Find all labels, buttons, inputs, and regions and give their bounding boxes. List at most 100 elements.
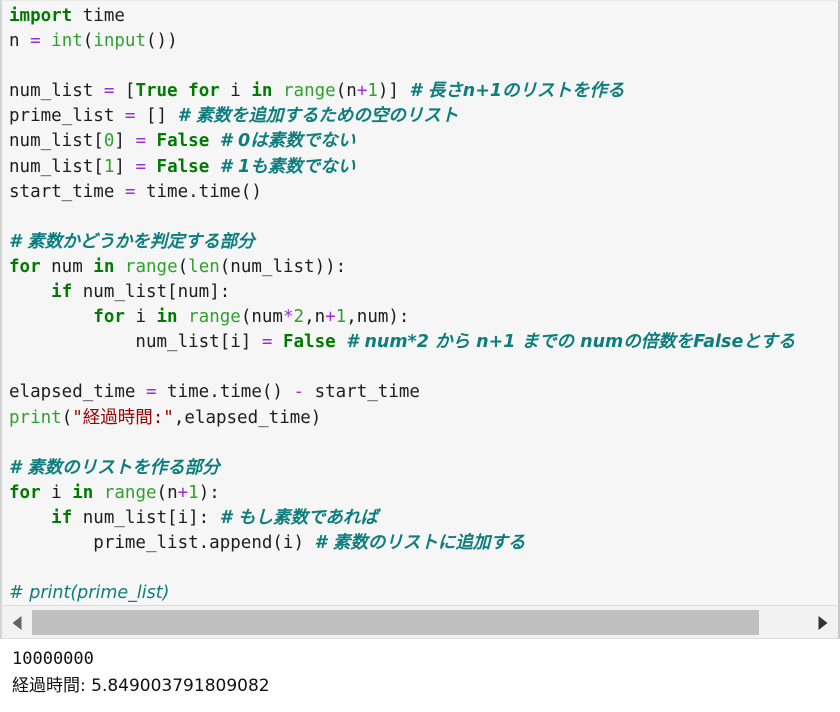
- code-line: elapsed_time = time.time() - start_time: [9, 380, 826, 405]
- code-token-cmt: # 長さn+1のリストを作る: [409, 81, 625, 102]
- code-token-cmt: # 素数を追加するための空のリスト: [177, 106, 459, 127]
- code-token-kw: in: [93, 256, 115, 277]
- code-line: # 素数かどうかを判定する部分: [9, 230, 826, 255]
- code-token-kw: True: [135, 81, 178, 102]
- code-token-kw: for: [9, 482, 41, 503]
- code-token-pl: num_list[i]:: [72, 507, 220, 528]
- code-token-pl: (: [82, 31, 94, 52]
- code-text-area[interactable]: import time n = int(input()) num_list = […: [2, 1, 826, 605]
- code-token-bi: range: [283, 81, 336, 102]
- code-line: for num in range(len(num_list)):: [9, 255, 826, 280]
- code-token-pl: (: [177, 256, 189, 277]
- code-token-bi: int: [51, 31, 83, 52]
- code-token-pl: (num: [240, 307, 283, 328]
- code-token-pl: ,elapsed_time): [173, 407, 322, 428]
- code-token-num: 1: [335, 307, 347, 328]
- code-token-cmt: # 1も素数でない: [219, 156, 356, 177]
- code-token-bi: range: [188, 307, 241, 328]
- code-token-pl: [: [114, 81, 136, 102]
- code-token-bi: range: [124, 256, 178, 277]
- code-token-pl: num_list[num]:: [72, 282, 231, 303]
- scroll-left-button[interactable]: [4, 609, 30, 636]
- code-line: if num_list[num]:: [9, 280, 826, 305]
- code-token-kw: in: [251, 81, 273, 102]
- code-token-pl: time.time(): [156, 382, 294, 403]
- code-token-kw: in: [156, 307, 178, 328]
- code-token-pl: time: [72, 6, 125, 26]
- code-line: import time: [9, 4, 826, 29]
- code-editor[interactable]: import time n = int(input()) num_list = […: [0, 0, 840, 605]
- code-token-kw: if: [51, 507, 73, 528]
- code-token-kw: False: [156, 156, 210, 177]
- code-line: for i in range(n+1):: [9, 481, 826, 506]
- code-token-pl: []: [135, 106, 178, 127]
- code-token-num: 1: [103, 156, 115, 177]
- code-token-kw: False: [282, 332, 336, 353]
- code-line: n = int(input()): [9, 29, 826, 54]
- code-token-bi: input: [93, 31, 147, 52]
- scroll-right-button[interactable]: [810, 609, 836, 636]
- code-token-kw: for: [9, 256, 41, 277]
- output-line-input-value: 10000000: [12, 649, 94, 669]
- code-token-pl: ,num):: [346, 307, 410, 328]
- code-token-str: "経過時間:": [72, 407, 174, 428]
- code-token-cmt: # 素数のリストに追加する: [314, 532, 526, 553]
- code-token-kw: for: [188, 81, 220, 102]
- code-token-op: =: [30, 31, 41, 52]
- code-token-pl: i: [40, 482, 73, 503]
- code-token-pl: n: [9, 31, 31, 52]
- horizontal-scrollbar[interactable]: [0, 605, 840, 639]
- code-token-pl: num_list: [9, 81, 104, 102]
- code-token-pl: ]: [114, 131, 136, 152]
- code-token-pl: (num_list)):: [219, 256, 347, 277]
- code-line: start_time = time.time(): [9, 180, 826, 205]
- code-token-pl: (: [61, 407, 73, 428]
- code-token-pl: elapsed_time: [9, 382, 146, 403]
- code-token-pl: ,n: [304, 307, 326, 328]
- code-token-bi: range: [103, 482, 157, 503]
- scrollbar-thumb[interactable]: [32, 610, 759, 635]
- code-token-bi: print: [9, 407, 62, 428]
- code-token-kw: False: [156, 131, 210, 152]
- code-token-cmt: # 0は素数でない: [219, 131, 356, 152]
- code-line: # 素数のリストを作る部分: [9, 456, 826, 481]
- output-line-elapsed-time: 経過時間: 5.849003791809082: [12, 676, 270, 696]
- code-token-op: +: [177, 482, 189, 503]
- code-token-kw: import: [9, 6, 73, 26]
- code-token-pl: i: [124, 307, 157, 328]
- code-token-num: 2: [293, 307, 305, 328]
- code-token-op: =: [261, 332, 273, 353]
- code-token-pl: num: [40, 256, 94, 277]
- code-token-bi: len: [188, 256, 220, 277]
- code-token-pl: i: [219, 81, 252, 102]
- code-token-op: -: [293, 382, 305, 403]
- code-line: print("経過時間:",elapsed_time): [9, 406, 826, 431]
- code-token-pl: )]: [377, 81, 410, 102]
- code-token-cmt: # num*2 から n+1 までの numの倍数をFalseとする: [346, 332, 796, 353]
- code-line: # print(prime_list): [9, 581, 826, 605]
- code-token-pl: time.time(): [135, 181, 262, 202]
- code-token-pl: num_list[i]: [9, 332, 262, 353]
- code-line: num_list[0] = False # 0は素数でない: [9, 129, 826, 154]
- code-line: for i in range(num*2,n+1,num):: [9, 305, 826, 330]
- code-token-num: 0: [103, 131, 115, 152]
- code-token-op: *: [282, 307, 294, 328]
- code-token-op: =: [145, 382, 157, 403]
- code-token-pl: ()): [146, 31, 178, 52]
- code-token-op: =: [124, 181, 136, 202]
- code-token-kw: in: [72, 482, 94, 503]
- triangle-left-icon: [12, 615, 22, 630]
- code-token-op: =: [103, 81, 115, 102]
